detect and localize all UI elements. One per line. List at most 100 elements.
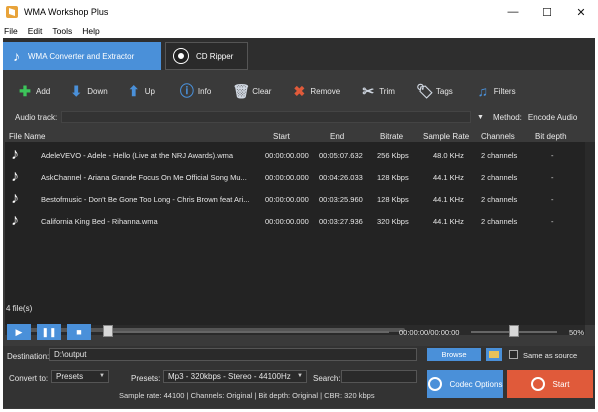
- tab-cd-ripper[interactable]: CD Ripper: [165, 42, 248, 70]
- tags-button[interactable]: 🏷 Tags: [416, 82, 453, 99]
- play-button[interactable]: ▶: [7, 324, 31, 340]
- file-start: 00:00:00.000: [265, 216, 309, 226]
- down-button[interactable]: ⬇ Down: [68, 83, 107, 99]
- col-channels[interactable]: Channels: [481, 132, 515, 141]
- col-bitrate[interactable]: Bitrate: [380, 132, 403, 141]
- audio-track-select[interactable]: [61, 111, 471, 123]
- chevron-down-icon[interactable]: ▼: [477, 114, 484, 121]
- output-panel: Destination: D:\output Browse Same as so…: [3, 346, 595, 408]
- scissors-icon: ✂: [362, 82, 375, 99]
- trim-label: Trim: [379, 86, 395, 96]
- music-note-icon: ♪: [11, 168, 19, 185]
- file-bit-depth: -: [551, 172, 554, 182]
- file-bitrate: 320 Kbps: [377, 216, 409, 226]
- codec-options-button[interactable]: Codec Options: [427, 370, 503, 398]
- cd-icon: [173, 48, 189, 64]
- maximize-button[interactable]: ☐: [530, 0, 564, 24]
- col-end[interactable]: End: [330, 132, 344, 141]
- seek-slider[interactable]: [107, 331, 389, 333]
- tab-converter[interactable]: ♪ WMA Converter and Extractor: [3, 42, 161, 70]
- menu-file[interactable]: File: [4, 26, 18, 36]
- file-end: 00:03:25.960: [319, 194, 363, 204]
- file-sample-rate: 44.1 KHz: [433, 194, 464, 204]
- minimize-button[interactable]: —: [496, 0, 530, 24]
- same-as-source-checkbox[interactable]: [509, 350, 518, 359]
- volume-handle[interactable]: [509, 325, 519, 337]
- file-channels: 2 channels: [481, 216, 518, 226]
- presets-select[interactable]: Mp3 - 320kbps - Stereo - 44100Hz ▼: [163, 370, 307, 383]
- col-sample-rate[interactable]: Sample Rate: [423, 132, 469, 141]
- title-bar: WMA Workshop Plus — ☐ ✕: [0, 0, 598, 24]
- file-sample-rate: 48.0 KHz: [433, 150, 464, 160]
- file-start: 00:00:00.000: [265, 172, 309, 182]
- file-bitrate: 128 Kbps: [377, 172, 409, 182]
- browse-button[interactable]: Browse: [427, 348, 481, 361]
- search-input[interactable]: [341, 370, 417, 383]
- start-label: Start: [552, 379, 570, 389]
- music-note-icon: ♪: [11, 146, 19, 163]
- file-end: 00:05:07.632: [319, 150, 363, 160]
- list-item[interactable]: ♪ Bestofmusic - Don't Be Gone Too Long -…: [5, 188, 585, 210]
- up-label: Up: [144, 86, 155, 96]
- presets-value: Mp3 - 320kbps - Stereo - 44100Hz: [168, 372, 291, 381]
- file-count: 4 file(s): [6, 304, 33, 313]
- menu-help[interactable]: Help: [82, 26, 99, 36]
- file-start: 00:00:00.000: [265, 150, 309, 160]
- vertical-scrollbar[interactable]: [585, 142, 595, 325]
- destination-input[interactable]: D:\output: [49, 348, 417, 361]
- method-select[interactable]: Encode Audio: [528, 113, 577, 122]
- seek-handle[interactable]: [103, 325, 113, 337]
- convert-to-label: Convert to:: [9, 374, 49, 383]
- list-item[interactable]: ♪ AdeleVEVO - Adele - Hello (Live at the…: [5, 144, 585, 166]
- window-title: WMA Workshop Plus: [24, 7, 109, 17]
- down-label: Down: [87, 86, 108, 96]
- file-bit-depth: -: [551, 216, 554, 226]
- music-note-icon: ♪: [11, 190, 19, 207]
- remove-button[interactable]: ✖ Remove: [291, 82, 341, 99]
- settings-icon: [427, 377, 442, 391]
- list-item[interactable]: ♪ AskChannel - Ariana Grande Focus On Me…: [5, 166, 585, 188]
- arrow-down-icon: ⬇: [70, 82, 83, 99]
- file-bit-depth: -: [551, 194, 554, 204]
- file-name: California King Bed - Rihanna.wma: [41, 216, 158, 226]
- close-button[interactable]: ✕: [564, 0, 598, 24]
- pause-button[interactable]: ❚❚: [37, 324, 61, 340]
- convert-to-select[interactable]: Presets ▼: [51, 370, 109, 383]
- filters-button[interactable]: ♫ Filters: [475, 83, 516, 99]
- start-button[interactable]: Start: [507, 370, 593, 398]
- clear-button[interactable]: 🗑 Clear: [232, 83, 272, 99]
- add-label: Add: [36, 86, 51, 96]
- destination-label: Destination:: [7, 352, 50, 361]
- menu-tools[interactable]: Tools: [52, 26, 72, 36]
- file-channels: 2 channels: [481, 194, 518, 204]
- file-sample-rate: 44.1 KHz: [433, 216, 464, 226]
- col-start[interactable]: Start: [273, 132, 290, 141]
- add-button[interactable]: ✚ Add: [17, 83, 50, 99]
- file-end: 00:03:27.936: [319, 216, 363, 226]
- tag-icon: 🏷: [416, 82, 434, 99]
- music-note-icon: ♪: [13, 48, 20, 64]
- arrow-up-icon: ⬆: [127, 82, 140, 99]
- x-icon: ✖: [293, 82, 306, 99]
- presets-label: Presets:: [131, 374, 161, 383]
- stop-button[interactable]: ■: [67, 324, 91, 340]
- col-file-name[interactable]: File Name: [9, 132, 45, 141]
- up-button[interactable]: ⬆ Up: [126, 83, 155, 99]
- menu-edit[interactable]: Edit: [28, 26, 43, 36]
- file-sample-rate: 44.1 KHz: [433, 172, 464, 182]
- menu-bar: File Edit Tools Help: [0, 24, 598, 37]
- volume-percent: 50%: [569, 328, 585, 337]
- trim-button[interactable]: ✂ Trim: [360, 83, 395, 99]
- same-as-source-label: Same as source: [523, 351, 578, 360]
- info-button[interactable]: ⓘ Info: [179, 83, 211, 99]
- status-bar: Sample rate: 44100 | Channels: Original …: [119, 391, 375, 400]
- file-list: ♪ AdeleVEVO - Adele - Hello (Live at the…: [5, 142, 585, 325]
- list-item[interactable]: ♪ California King Bed - Rihanna.wma 00:0…: [5, 210, 585, 232]
- tab-bar: ♪ WMA Converter and Extractor CD Ripper: [3, 38, 595, 70]
- clear-label: Clear: [252, 86, 272, 96]
- open-folder-button[interactable]: [486, 348, 502, 361]
- chevron-down-icon: ▼: [297, 373, 303, 379]
- col-bit-depth[interactable]: Bit depth: [535, 132, 567, 141]
- plus-icon: ✚: [19, 82, 31, 99]
- info-label: Info: [197, 86, 212, 96]
